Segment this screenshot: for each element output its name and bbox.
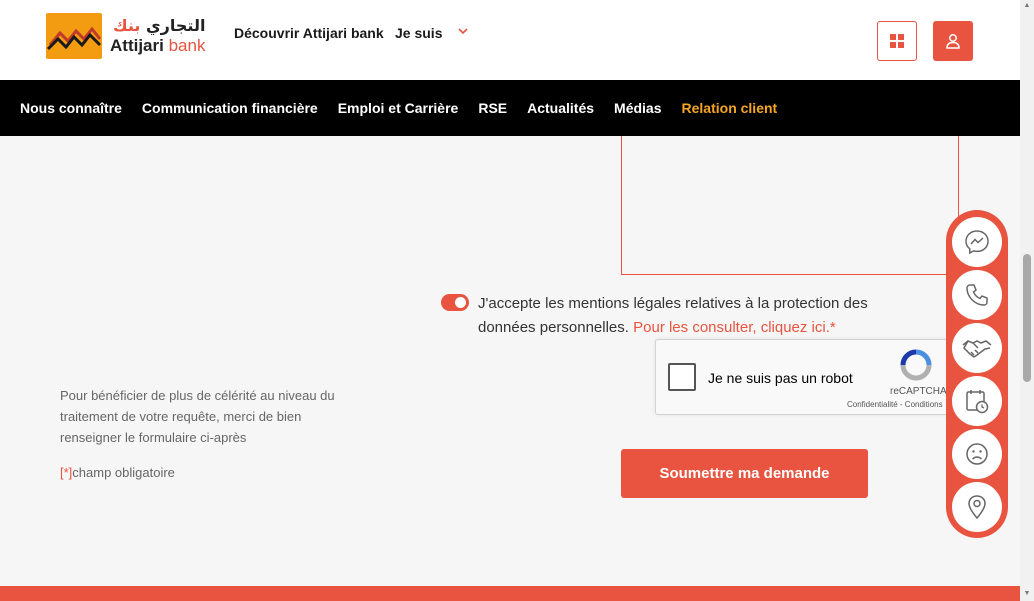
scroll-thumb[interactable] bbox=[1023, 254, 1031, 382]
logo-latin-text: Attijari bank bbox=[110, 36, 206, 55]
phone-icon bbox=[966, 284, 988, 306]
recaptcha-logo-icon bbox=[900, 349, 932, 381]
scroll-down-icon[interactable]: ▼ bbox=[1023, 590, 1031, 597]
scroll-up-icon[interactable]: ▲ bbox=[1023, 2, 1031, 9]
nav-item-rse[interactable]: RSE bbox=[478, 100, 507, 116]
location-icon bbox=[968, 495, 986, 520]
top-header: التجاري بنك Attijari bank Découvrir Atti… bbox=[0, 0, 1020, 80]
discover-link[interactable]: Découvrir Attijari bank bbox=[234, 25, 384, 41]
recaptcha-brand: reCAPTCHA bbox=[890, 386, 947, 397]
location-button[interactable] bbox=[952, 482, 1002, 532]
recaptcha-checkbox[interactable] bbox=[668, 363, 696, 391]
legal-notice-link[interactable]: Pour les consulter, cliquez ici.* bbox=[633, 319, 836, 336]
chevron-down-icon[interactable] bbox=[458, 27, 468, 35]
attijari-logo[interactable]: التجاري بنك Attijari bank bbox=[46, 13, 208, 59]
nav-item-medias[interactable]: Médias bbox=[614, 100, 661, 116]
main-nav: Nous connaître Communication financière … bbox=[0, 80, 1020, 136]
submit-request-button[interactable]: Soumettre ma demande bbox=[621, 449, 868, 498]
logo-arabic-text: التجاري بنك bbox=[113, 16, 206, 35]
recaptcha-terms-link[interactable]: Confidentialité - Conditions bbox=[847, 400, 943, 409]
help-text: Pour bénéficier de plus de célérité au n… bbox=[60, 388, 335, 445]
recaptcha-widget: Je ne suis pas un robot reCAPTCHA Confid… bbox=[655, 339, 955, 415]
appointment-button[interactable] bbox=[952, 376, 1002, 426]
message-textarea[interactable] bbox=[621, 136, 959, 275]
user-icon bbox=[946, 34, 960, 49]
complaint-icon bbox=[966, 443, 988, 465]
recaptcha-label: Je ne suis pas un robot bbox=[708, 370, 853, 386]
messenger-icon bbox=[965, 230, 989, 255]
required-field-note: [*]champ obligatoire bbox=[60, 465, 175, 480]
partnership-button[interactable] bbox=[952, 323, 1002, 373]
handshake-icon bbox=[962, 340, 992, 358]
floating-contact-bar bbox=[946, 210, 1008, 538]
nav-item-nous-connaitre[interactable]: Nous connaître bbox=[20, 100, 122, 116]
complaint-button[interactable] bbox=[952, 429, 1002, 479]
messenger-button[interactable] bbox=[952, 217, 1002, 267]
logo-emblem-icon bbox=[46, 13, 102, 59]
apps-grid-button[interactable] bbox=[877, 21, 917, 61]
je-suis-dropdown[interactable]: Je suis bbox=[395, 25, 442, 41]
consent-toggle[interactable] bbox=[441, 294, 469, 311]
page-scrollbar[interactable]: ▲ ▼ bbox=[1020, 0, 1034, 601]
consent-text: J'accepte les mentions légales relatives… bbox=[478, 295, 868, 336]
nav-item-emploi-carriere[interactable]: Emploi et Carrière bbox=[338, 100, 459, 116]
nav-item-communication-financiere[interactable]: Communication financière bbox=[142, 100, 318, 116]
appointment-icon bbox=[966, 390, 989, 414]
footer-band bbox=[0, 586, 1020, 601]
user-account-button[interactable] bbox=[933, 21, 973, 61]
nav-item-actualites[interactable]: Actualités bbox=[527, 100, 594, 116]
nav-item-relation-client[interactable]: Relation client bbox=[682, 100, 778, 116]
call-button[interactable] bbox=[952, 270, 1002, 320]
grid-icon bbox=[890, 34, 904, 48]
